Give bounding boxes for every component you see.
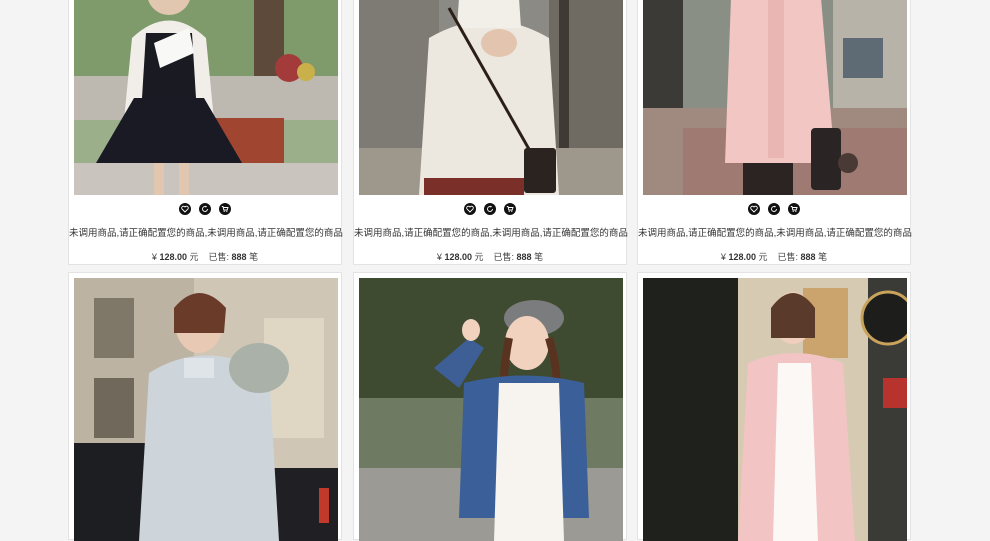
cart-icon[interactable] xyxy=(504,203,516,215)
price-unit: 元 xyxy=(474,252,484,262)
product-card[interactable]: 未调用商品,请正确配置您的商品,未调用商品,请正确配置您的商品 ¥ 128.00… xyxy=(637,0,912,265)
heart-icon[interactable] xyxy=(464,203,476,215)
refresh-icon[interactable] xyxy=(199,203,211,215)
product-card[interactable] xyxy=(68,272,342,541)
heart-icon[interactable] xyxy=(748,203,760,215)
refresh-icon[interactable] xyxy=(484,203,496,215)
product-card[interactable] xyxy=(637,272,911,541)
product-photo[interactable] xyxy=(74,0,338,195)
refresh-icon[interactable] xyxy=(768,203,780,215)
product-photo[interactable] xyxy=(359,278,623,541)
sold-count: 888 xyxy=(231,252,247,262)
product-title[interactable]: 未调用商品,请正确配置您的商品,未调用商品,请正确配置您的商品 xyxy=(354,225,628,239)
heart-icon[interactable] xyxy=(179,203,191,215)
price-unit: 元 xyxy=(758,252,768,262)
sold-unit: 笔 xyxy=(534,252,544,262)
currency-symbol: ¥ xyxy=(720,252,726,262)
product-title[interactable]: 未调用商品,请正确配置您的商品,未调用商品,请正确配置您的商品 xyxy=(69,225,343,239)
sold-unit: 笔 xyxy=(249,252,259,262)
product-grid: 未调用商品,请正确配置您的商品,未调用商品,请正确配置您的商品 ¥ 128.00… xyxy=(0,0,990,541)
product-actions xyxy=(354,203,626,215)
product-actions xyxy=(69,203,341,215)
product-meta: ¥ 128.00 元已售: 888 笔 xyxy=(69,250,341,263)
cart-icon[interactable] xyxy=(219,203,231,215)
product-price: 128.00 xyxy=(728,252,756,262)
sold-unit: 笔 xyxy=(818,252,828,262)
cart-icon[interactable] xyxy=(788,203,800,215)
product-actions xyxy=(638,203,910,215)
sold-label: 已售: xyxy=(208,252,230,262)
price-unit: 元 xyxy=(189,252,199,262)
sold-label: 已售: xyxy=(493,252,515,262)
sold-count: 888 xyxy=(800,252,816,262)
product-price: 128.00 xyxy=(444,252,472,262)
product-photo[interactable] xyxy=(643,0,907,195)
product-price: 128.00 xyxy=(159,252,187,262)
product-meta: ¥ 128.00 元已售: 888 笔 xyxy=(638,250,910,263)
product-card[interactable]: 未调用商品,请正确配置您的商品,未调用商品,请正确配置您的商品 ¥ 128.00… xyxy=(68,0,343,265)
product-card[interactable] xyxy=(353,272,627,541)
product-photo[interactable] xyxy=(643,278,907,541)
sold-label: 已售: xyxy=(777,252,799,262)
sold-count: 888 xyxy=(516,252,532,262)
product-photo[interactable] xyxy=(359,0,623,195)
product-card[interactable]: 未调用商品,请正确配置您的商品,未调用商品,请正确配置您的商品 ¥ 128.00… xyxy=(353,0,628,265)
currency-symbol: ¥ xyxy=(436,252,442,262)
currency-symbol: ¥ xyxy=(151,252,157,262)
product-title[interactable]: 未调用商品,请正确配置您的商品,未调用商品,请正确配置您的商品 xyxy=(638,225,912,239)
product-meta: ¥ 128.00 元已售: 888 笔 xyxy=(354,250,626,263)
product-photo[interactable] xyxy=(74,278,338,541)
